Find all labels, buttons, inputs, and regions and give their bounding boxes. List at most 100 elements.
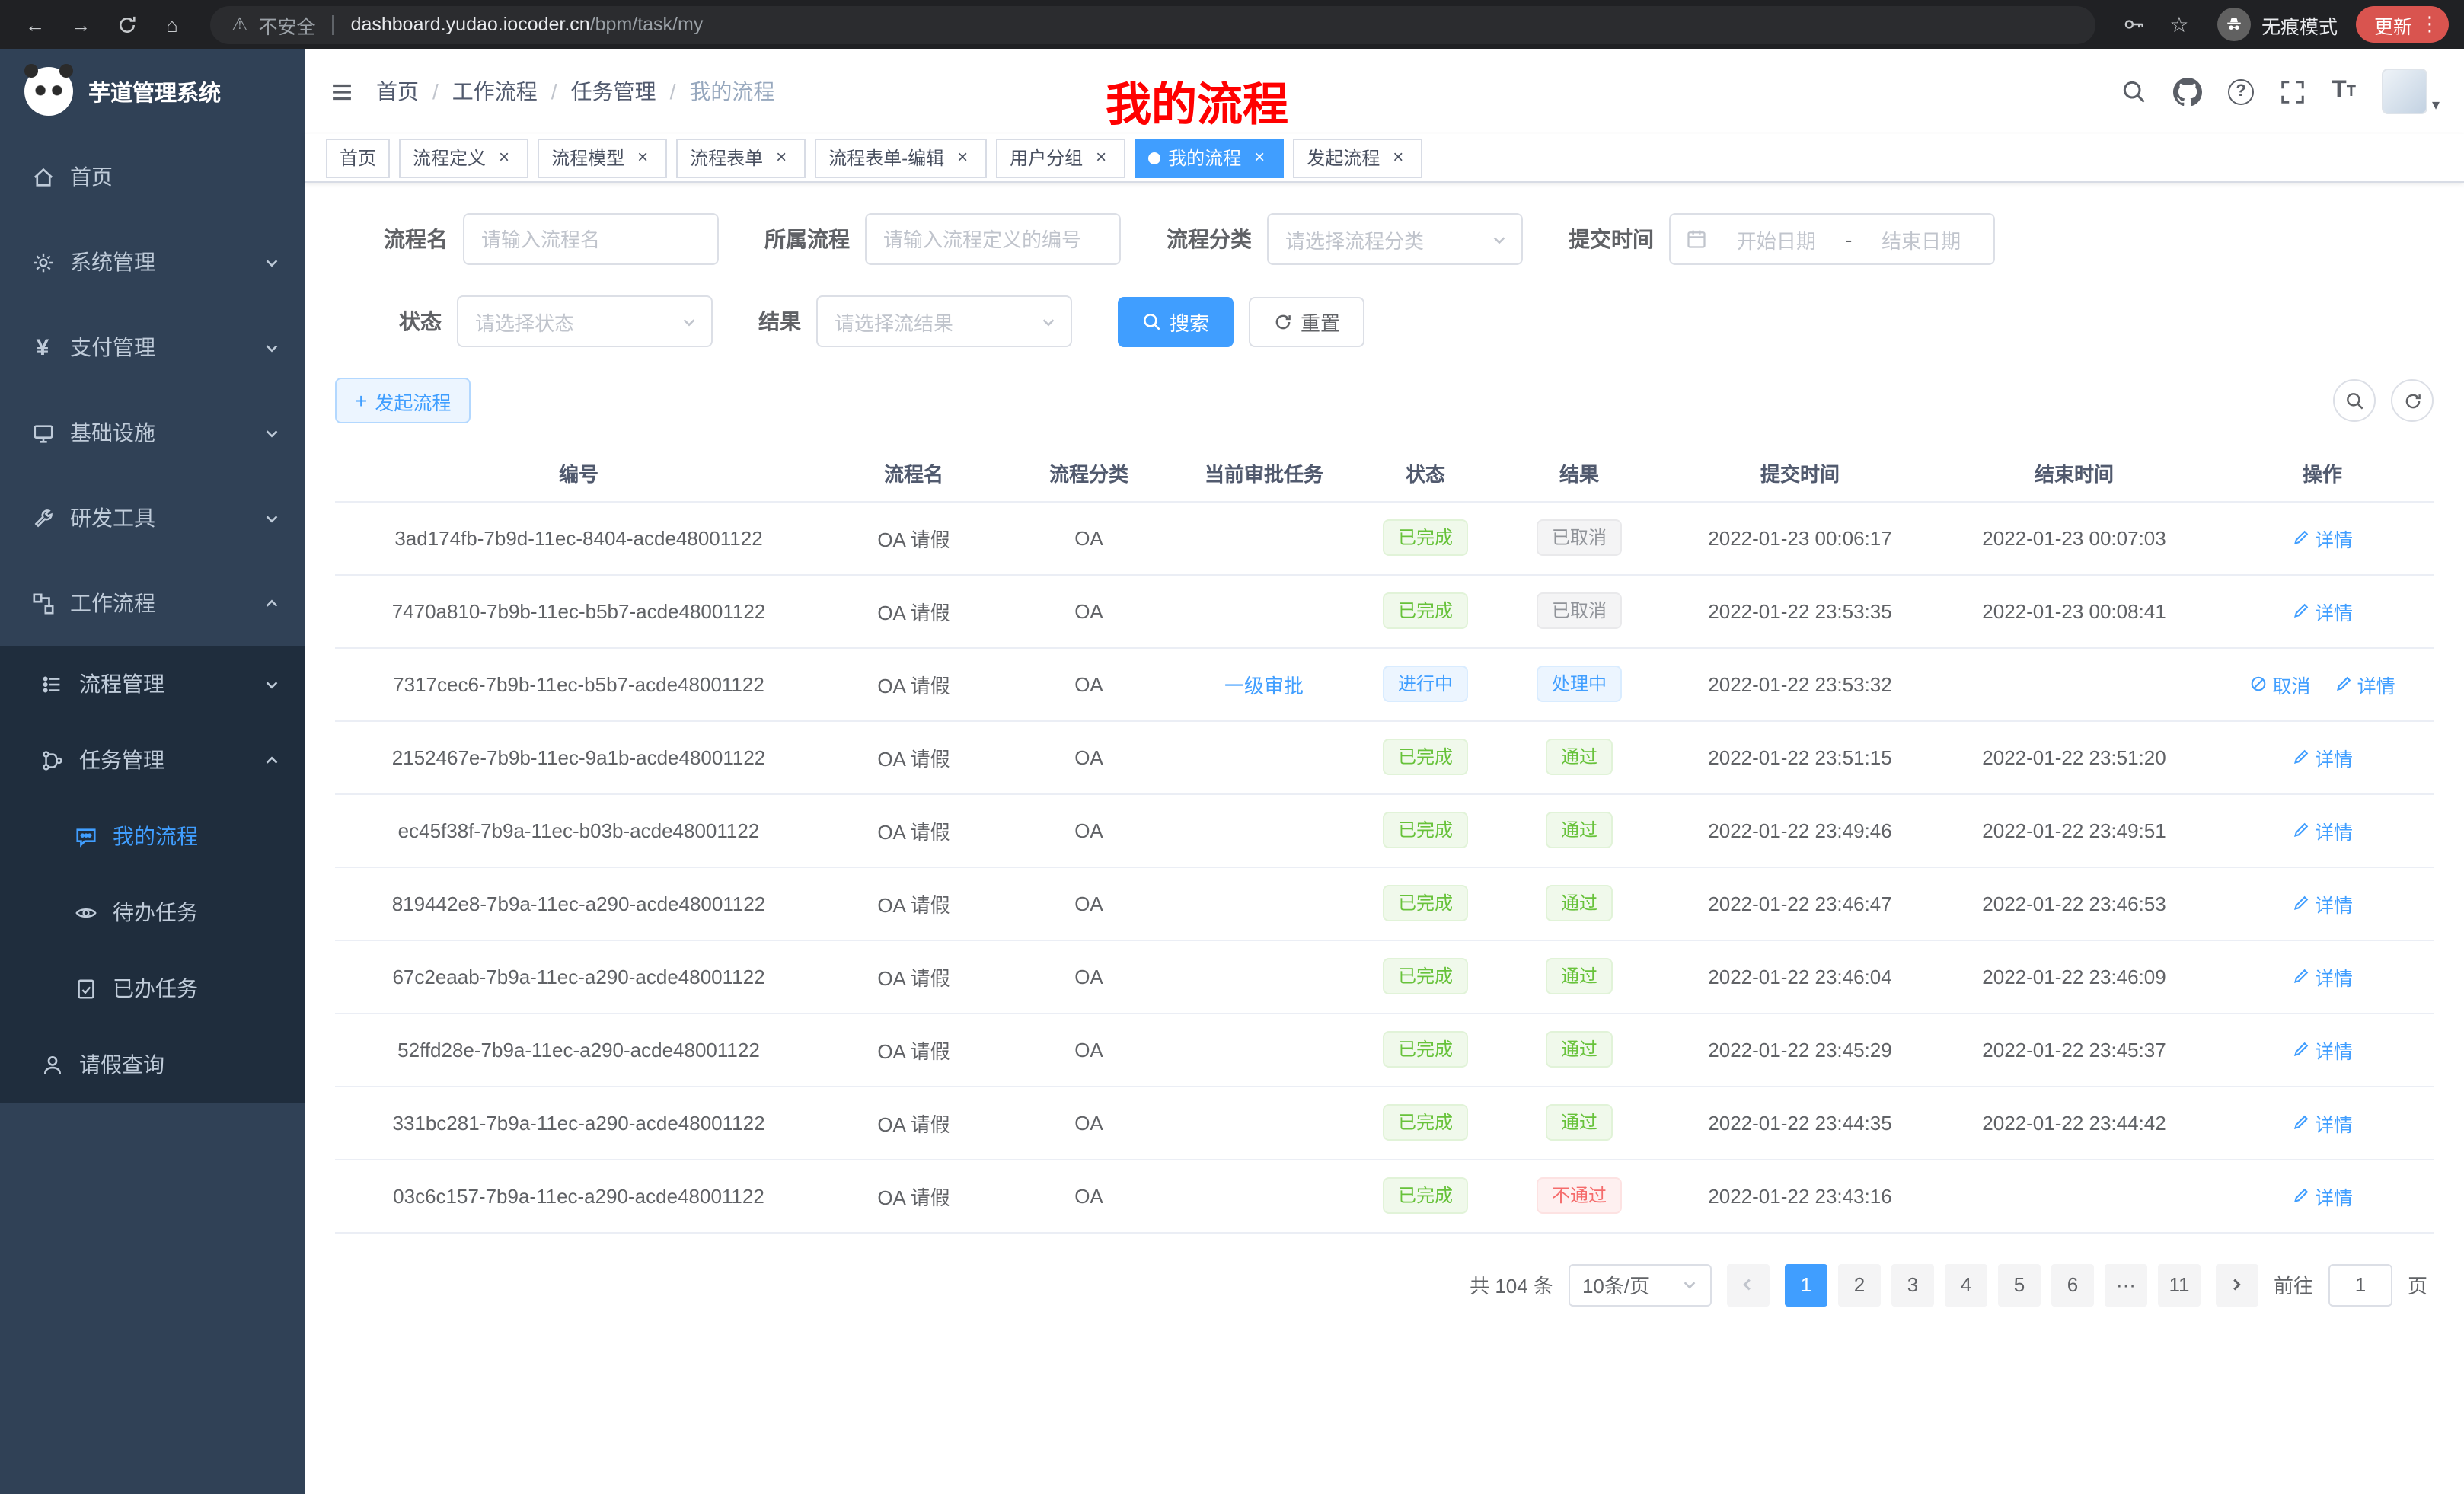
column-header: 状态 <box>1355 445 1495 501</box>
calendar-icon <box>1686 228 1707 250</box>
detail-action[interactable]: 详情 <box>2292 816 2353 844</box>
view-tab[interactable]: 发起流程 × <box>1293 138 1422 177</box>
submit-time-range-picker[interactable]: 开始日期 - 结束日期 <box>1669 213 1995 265</box>
detail-action[interactable]: 详情 <box>2335 669 2395 698</box>
reload-icon[interactable] <box>107 5 146 44</box>
page-number-button[interactable]: 5 <box>1998 1263 2041 1306</box>
tab-close-icon[interactable]: × <box>771 147 792 168</box>
submit-time-label: 提交时间 <box>1569 224 1654 254</box>
home-button-icon[interactable]: ⌂ <box>152 5 192 44</box>
search-icon[interactable] <box>2121 78 2147 104</box>
page-size-select[interactable]: 10条/页 <box>1569 1263 1712 1306</box>
help-icon[interactable]: ? <box>2228 78 2254 104</box>
view-tab[interactable]: 流程定义 × <box>399 138 528 177</box>
cell-category: OA <box>1005 1086 1173 1159</box>
search-button[interactable]: 搜索 <box>1118 296 1234 346</box>
hamburger-icon[interactable] <box>329 78 355 104</box>
page-number-button[interactable]: 4 <box>1945 1263 1987 1306</box>
view-tab[interactable]: 流程表单 × <box>676 138 806 177</box>
detail-action[interactable]: 详情 <box>2292 1035 2353 1064</box>
result-tag: 不通过 <box>1537 1177 1622 1214</box>
page-number-button[interactable]: 11 <box>2158 1263 2201 1306</box>
sidebar-item-done-task[interactable]: 已办任务 <box>0 950 305 1026</box>
detail-action[interactable]: 详情 <box>2292 523 2353 552</box>
table-row: 331bc281-7b9a-11ec-a290-acde48001122 OA … <box>335 1086 2434 1159</box>
sidebar-item-infrastructure[interactable]: 基础设施 <box>0 390 305 475</box>
page-number-button[interactable]: 6 <box>2051 1263 2094 1306</box>
current-task-link[interactable]: 一级审批 <box>1224 674 1304 697</box>
sidebar-item-todo-task[interactable]: 待办任务 <box>0 874 305 950</box>
detail-action[interactable]: 详情 <box>2292 1108 2353 1137</box>
process-definition-input[interactable] <box>865 213 1121 265</box>
breadcrumb-task-management[interactable]: 任务管理 <box>571 76 656 107</box>
tab-close-icon[interactable]: × <box>1387 147 1409 168</box>
sidebar-item-label: 待办任务 <box>113 897 280 927</box>
detail-action[interactable]: 详情 <box>2292 742 2353 771</box>
forward-icon[interactable]: → <box>61 5 101 44</box>
tab-close-icon[interactable]: × <box>1249 147 1270 168</box>
goto-page-input[interactable] <box>2328 1263 2392 1306</box>
next-page-button[interactable] <box>2216 1263 2258 1306</box>
view-tab[interactable]: 流程表单-编辑 × <box>815 138 987 177</box>
process-category-select[interactable]: 请选择流程分类 <box>1267 213 1523 265</box>
font-size-icon[interactable]: TT <box>2332 78 2356 105</box>
wrench-icon <box>30 506 55 529</box>
tab-label: 流程模型 <box>551 145 624 171</box>
detail-action[interactable]: 详情 <box>2292 1181 2353 1210</box>
view-tab[interactable]: 流程模型 × <box>538 138 667 177</box>
view-tab[interactable]: 用户分组 × <box>996 138 1125 177</box>
edit-icon <box>2292 1040 2310 1058</box>
detail-action[interactable]: 详情 <box>2292 889 2353 918</box>
app-logo[interactable]: 芋道管理系统 <box>0 49 305 134</box>
create-process-button[interactable]: + 发起流程 <box>335 378 471 423</box>
cell-process-id: ec45f38f-7b9a-11ec-b03b-acde48001122 <box>335 793 822 867</box>
update-button[interactable]: 更新 ⋮ <box>2356 6 2449 43</box>
view-tab[interactable]: 首页 × <box>326 138 390 177</box>
cancel-action[interactable]: 取消 <box>2249 669 2310 698</box>
sidebar-item-task-management[interactable]: 任务管理 <box>0 722 305 798</box>
tab-close-icon[interactable]: × <box>952 147 973 168</box>
page-number-button[interactable]: 1 <box>1785 1263 1827 1306</box>
page-number-button[interactable]: 3 <box>1891 1263 1934 1306</box>
status-select[interactable]: 请选择状态 <box>457 295 713 347</box>
user-avatar[interactable]: ▾ <box>2382 69 2440 114</box>
tab-close-icon[interactable]: × <box>1090 147 1112 168</box>
prev-page-button[interactable] <box>1727 1263 1770 1306</box>
sidebar-item-system-management[interactable]: 系统管理 <box>0 219 305 305</box>
refresh-table-button[interactable] <box>2391 379 2434 422</box>
back-icon[interactable]: ← <box>15 5 55 44</box>
fullscreen-icon[interactable] <box>2280 78 2306 104</box>
reset-button[interactable]: 重置 <box>1249 296 1364 346</box>
sidebar-item-workflow[interactable]: 工作流程 <box>0 560 305 646</box>
tab-close-icon[interactable]: × <box>493 147 515 168</box>
breadcrumb-workflow[interactable]: 工作流程 <box>452 76 538 107</box>
sidebar-item-payment-management[interactable]: ¥ 支付管理 <box>0 305 305 390</box>
cell-category: OA <box>1005 574 1173 647</box>
sidebar-item-process-management[interactable]: 流程管理 <box>0 646 305 722</box>
sidebar-item-home[interactable]: 首页 <box>0 134 305 219</box>
page-number-button[interactable]: ··· <box>2105 1263 2147 1306</box>
result-tag: 通过 <box>1546 739 1613 775</box>
edit-icon <box>2292 894 2310 912</box>
address-bar[interactable]: ⚠ 不安全 dashboard.yudao.iocoder.cn/bpm/tas… <box>210 5 2095 43</box>
result-select[interactable]: 请选择流结果 <box>816 295 1072 347</box>
view-tab[interactable]: 我的流程 × <box>1135 138 1284 177</box>
detail-action[interactable]: 详情 <box>2292 596 2353 625</box>
cell-submit-time: 2022-01-22 23:53:32 <box>1663 647 1937 720</box>
status-tag: 进行中 <box>1383 666 1468 702</box>
column-header: 操作 <box>2211 445 2434 501</box>
show-search-toggle-button[interactable] <box>2333 379 2376 422</box>
sidebar-item-leave-query[interactable]: 请假查询 <box>0 1026 305 1103</box>
tab-close-icon[interactable]: × <box>632 147 653 168</box>
sidebar-item-my-process[interactable]: 我的流程 <box>0 798 305 874</box>
breadcrumb-home[interactable]: 首页 <box>376 76 419 107</box>
page-number-button[interactable]: 2 <box>1838 1263 1881 1306</box>
detail-action[interactable]: 详情 <box>2292 962 2353 991</box>
process-name-input[interactable] <box>463 213 719 265</box>
status-tag: 已完成 <box>1383 1177 1468 1214</box>
sidebar-item-dev-tools[interactable]: 研发工具 <box>0 475 305 560</box>
password-key-icon[interactable] <box>2114 5 2153 44</box>
bookmark-star-icon[interactable]: ☆ <box>2159 5 2199 44</box>
incognito-badge: 无痕模式 <box>2217 8 2338 41</box>
github-icon[interactable] <box>2173 77 2202 106</box>
